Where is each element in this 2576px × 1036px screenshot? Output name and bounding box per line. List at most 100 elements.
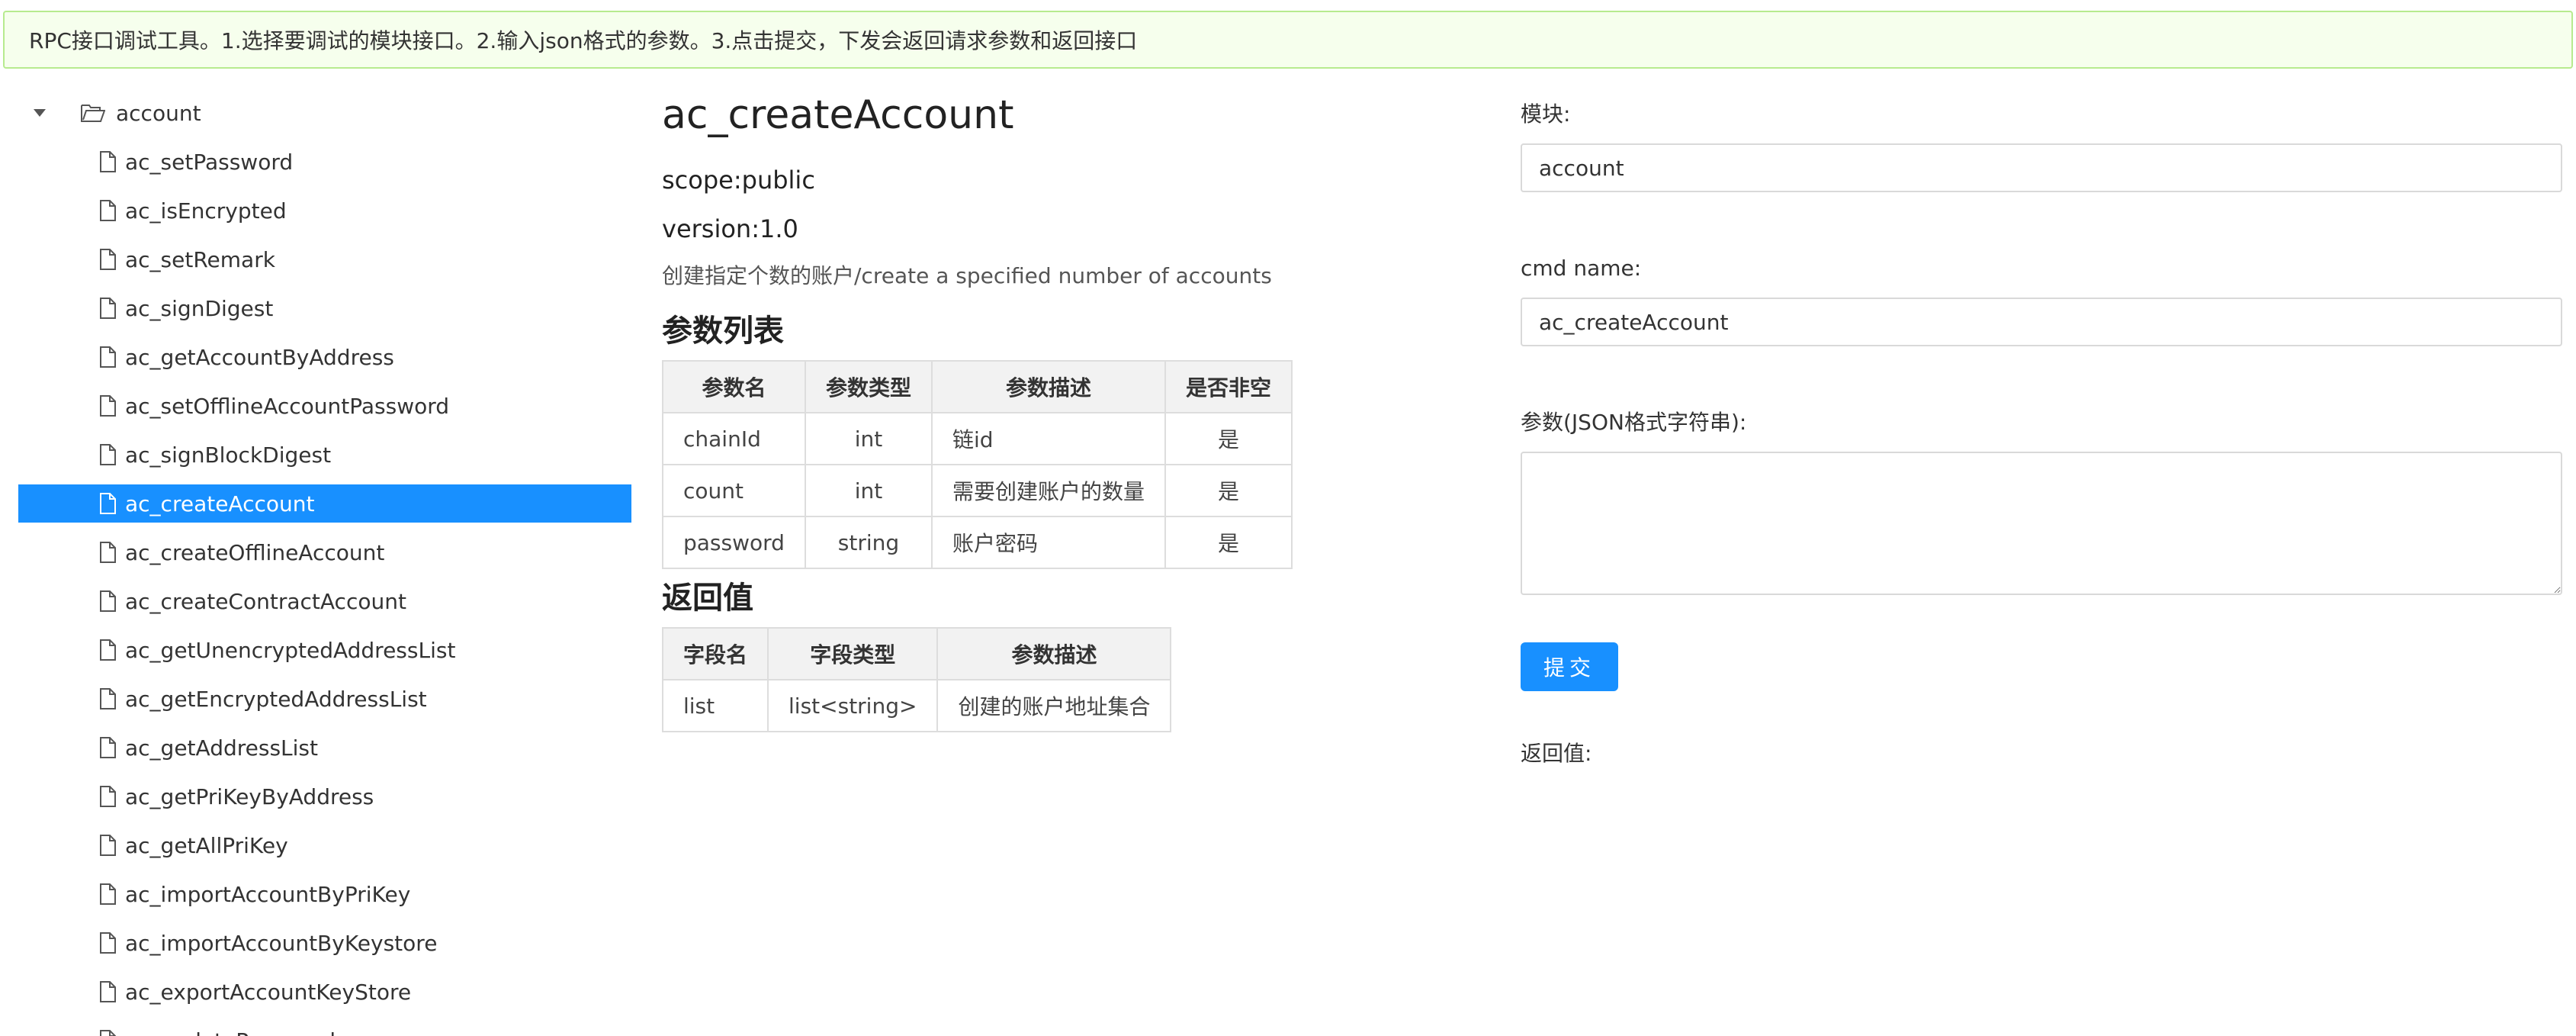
tree-item-label: ac_getAddressList [125, 735, 318, 761]
file-icon [99, 981, 116, 1002]
tree-node-account[interactable]: account [18, 88, 631, 137]
tree-item-ac_createAccount[interactable]: ac_createAccount [18, 484, 631, 523]
file-icon [99, 200, 116, 221]
tree-item-label: ac_getUnencryptedAddressList [125, 637, 456, 663]
file-icon [99, 151, 116, 172]
tree-item-ac_setRemark[interactable]: ac_setRemark [18, 235, 631, 284]
file-icon [99, 1030, 116, 1036]
tree-item-label: ac_createContractAccount [125, 588, 406, 614]
tree-item-label: ac_setRemark [125, 246, 275, 272]
file-icon [99, 590, 116, 612]
return-field-name: list [661, 679, 769, 732]
return-field-type: list<string> [767, 679, 939, 732]
returns-header: 参数描述 [936, 627, 1172, 680]
tree-item-ac_setPassword[interactable]: ac_setPassword [18, 137, 631, 186]
tree-item-label: ac_getAllPriKey [125, 832, 288, 858]
tree-item-ac_getAllPriKey[interactable]: ac_getAllPriKey [18, 821, 631, 870]
tree-item-ac_importAccountByKeystore[interactable]: ac_importAccountByKeystore [18, 919, 631, 967]
param-desc: 链id [930, 412, 1166, 465]
param-type: string [804, 516, 933, 569]
tree-item-ac_exportAccountKeyStore[interactable]: ac_exportAccountKeyStore [18, 967, 631, 1016]
params-table: 参数名 参数类型 参数描述 是否非空 chainId int 链id 是 cou… [662, 360, 1293, 569]
file-icon [99, 298, 116, 319]
tree-item-label: ac_createAccount [125, 491, 315, 516]
tree-item-label: ac_exportAccountKeyStore [125, 979, 412, 1005]
tree-item-label: ac_signBlockDigest [125, 442, 332, 468]
table-row: list list<string> 创建的账户地址集合 [661, 679, 1172, 732]
cmd-name-input[interactable] [1521, 298, 2562, 346]
debug-form: 模块: cmd name: 参数(JSON格式字符串): 提交 返回值: [1521, 85, 2562, 767]
tree-item-ac_importAccountByPriKey[interactable]: ac_importAccountByPriKey [18, 870, 631, 919]
tree-item-ac_createContractAccount[interactable]: ac_createContractAccount [18, 577, 631, 626]
file-icon [99, 932, 116, 954]
banner-text: RPC接口调试工具。1.选择要调试的模块接口。2.输入json格式的参数。3.点… [29, 28, 1138, 53]
tree-item-ac_getPriKeyByAddress[interactable]: ac_getPriKeyByAddress [18, 772, 631, 821]
tree-item-ac_getAddressList[interactable]: ac_getAddressList [18, 723, 631, 772]
tree-item-label: ac_getPriKeyByAddress [125, 783, 374, 809]
tree-item-ac_createOfflineAccount[interactable]: ac_createOfflineAccount [18, 528, 631, 577]
tree-item-label: ac_isEncrypted [125, 198, 287, 224]
cmd-name-label: cmd name: [1521, 256, 1642, 281]
tree-item-label: ac_setPassword [125, 149, 294, 175]
param-required: 是 [1164, 516, 1293, 569]
file-icon [99, 639, 116, 661]
file-icon [99, 737, 116, 758]
param-name: count [662, 464, 806, 517]
params-header: 参数类型 [804, 360, 933, 413]
param-required: 是 [1164, 412, 1293, 465]
return-value-label: 返回值: [1521, 741, 1592, 766]
tree-item-label: ac_signDigest [125, 295, 274, 321]
tree-item-label: ac_setOfflineAccountPassword [125, 393, 450, 419]
params-json-label: 参数(JSON格式字符串): [1521, 410, 1747, 435]
file-icon [99, 444, 116, 465]
return-field-desc: 创建的账户地址集合 [936, 679, 1172, 732]
tree-item-ac_signDigest[interactable]: ac_signDigest [18, 284, 631, 333]
param-type: int [804, 412, 933, 465]
tree-item-ac_signBlockDigest[interactable]: ac_signBlockDigest [18, 430, 631, 479]
param-type: int [804, 464, 933, 517]
submit-button[interactable]: 提交 [1521, 642, 1618, 691]
returns-header: 字段类型 [767, 627, 939, 680]
tree-item-ac_isEncrypted[interactable]: ac_isEncrypted [18, 186, 631, 235]
tree-item-label: ac_importAccountByPriKey [125, 881, 411, 907]
tree-item-ac_getEncryptedAddressList[interactable]: ac_getEncryptedAddressList [18, 674, 631, 723]
tree-item-label: ac_createOfflineAccount [125, 539, 385, 565]
api-doc: ac_createAccount scope:public version:1.… [661, 85, 1425, 732]
params-header: 参数描述 [930, 360, 1166, 413]
tree-item-ac_setOfflineAccountPassword[interactable]: ac_setOfflineAccountPassword [18, 381, 631, 430]
file-icon [99, 346, 116, 368]
tree-item-ac_updatePassword[interactable]: ac_updatePassword [18, 1016, 631, 1036]
table-row: chainId int 链id 是 [662, 412, 1293, 465]
params-heading: 参数列表 [662, 314, 784, 349]
table-row: password string 账户密码 是 [662, 516, 1293, 569]
file-icon [99, 835, 116, 856]
description-text: 创建指定个数的账户/create a specified number of a… [662, 263, 1272, 288]
returns-heading: 返回值 [662, 581, 753, 616]
tree-item-label: ac_importAccountByKeystore [125, 930, 438, 956]
returns-table: 字段名 字段类型 参数描述 list list<string> 创建的账户地址集… [661, 627, 1172, 732]
module-label: 模块: [1521, 101, 1571, 127]
file-icon [99, 249, 116, 270]
page-title: ac_createAccount [662, 92, 1014, 138]
param-name: chainId [662, 412, 806, 465]
params-json-textarea[interactable] [1521, 452, 2562, 595]
tree-item-ac_getAccountByAddress[interactable]: ac_getAccountByAddress [18, 333, 631, 381]
params-header: 参数名 [662, 360, 806, 413]
folder-open-icon [81, 103, 106, 123]
param-desc: 需要创建账户的数量 [930, 464, 1166, 517]
tree-item-ac_getUnencryptedAddressList[interactable]: ac_getUnencryptedAddressList [18, 626, 631, 674]
returns-header: 字段名 [661, 627, 769, 680]
scope-text: scope:public [662, 166, 815, 195]
tree-item-list: ac_setPassword ac_isEncrypted ac_setRemark… [18, 137, 631, 1036]
tree-root-label: account [116, 100, 201, 126]
file-icon [99, 883, 116, 905]
param-required: 是 [1164, 464, 1293, 517]
tree-item-label: ac_getEncryptedAddressList [125, 686, 427, 712]
file-icon [99, 688, 116, 709]
file-icon [99, 542, 116, 563]
module-input[interactable] [1521, 143, 2562, 192]
info-banner: RPC接口调试工具。1.选择要调试的模块接口。2.输入json格式的参数。3.点… [3, 11, 2573, 69]
table-row: count int 需要创建账户的数量 是 [662, 464, 1293, 517]
caret-down-icon[interactable] [24, 88, 55, 137]
tree-item-label: ac_updatePassword [125, 1028, 336, 1036]
